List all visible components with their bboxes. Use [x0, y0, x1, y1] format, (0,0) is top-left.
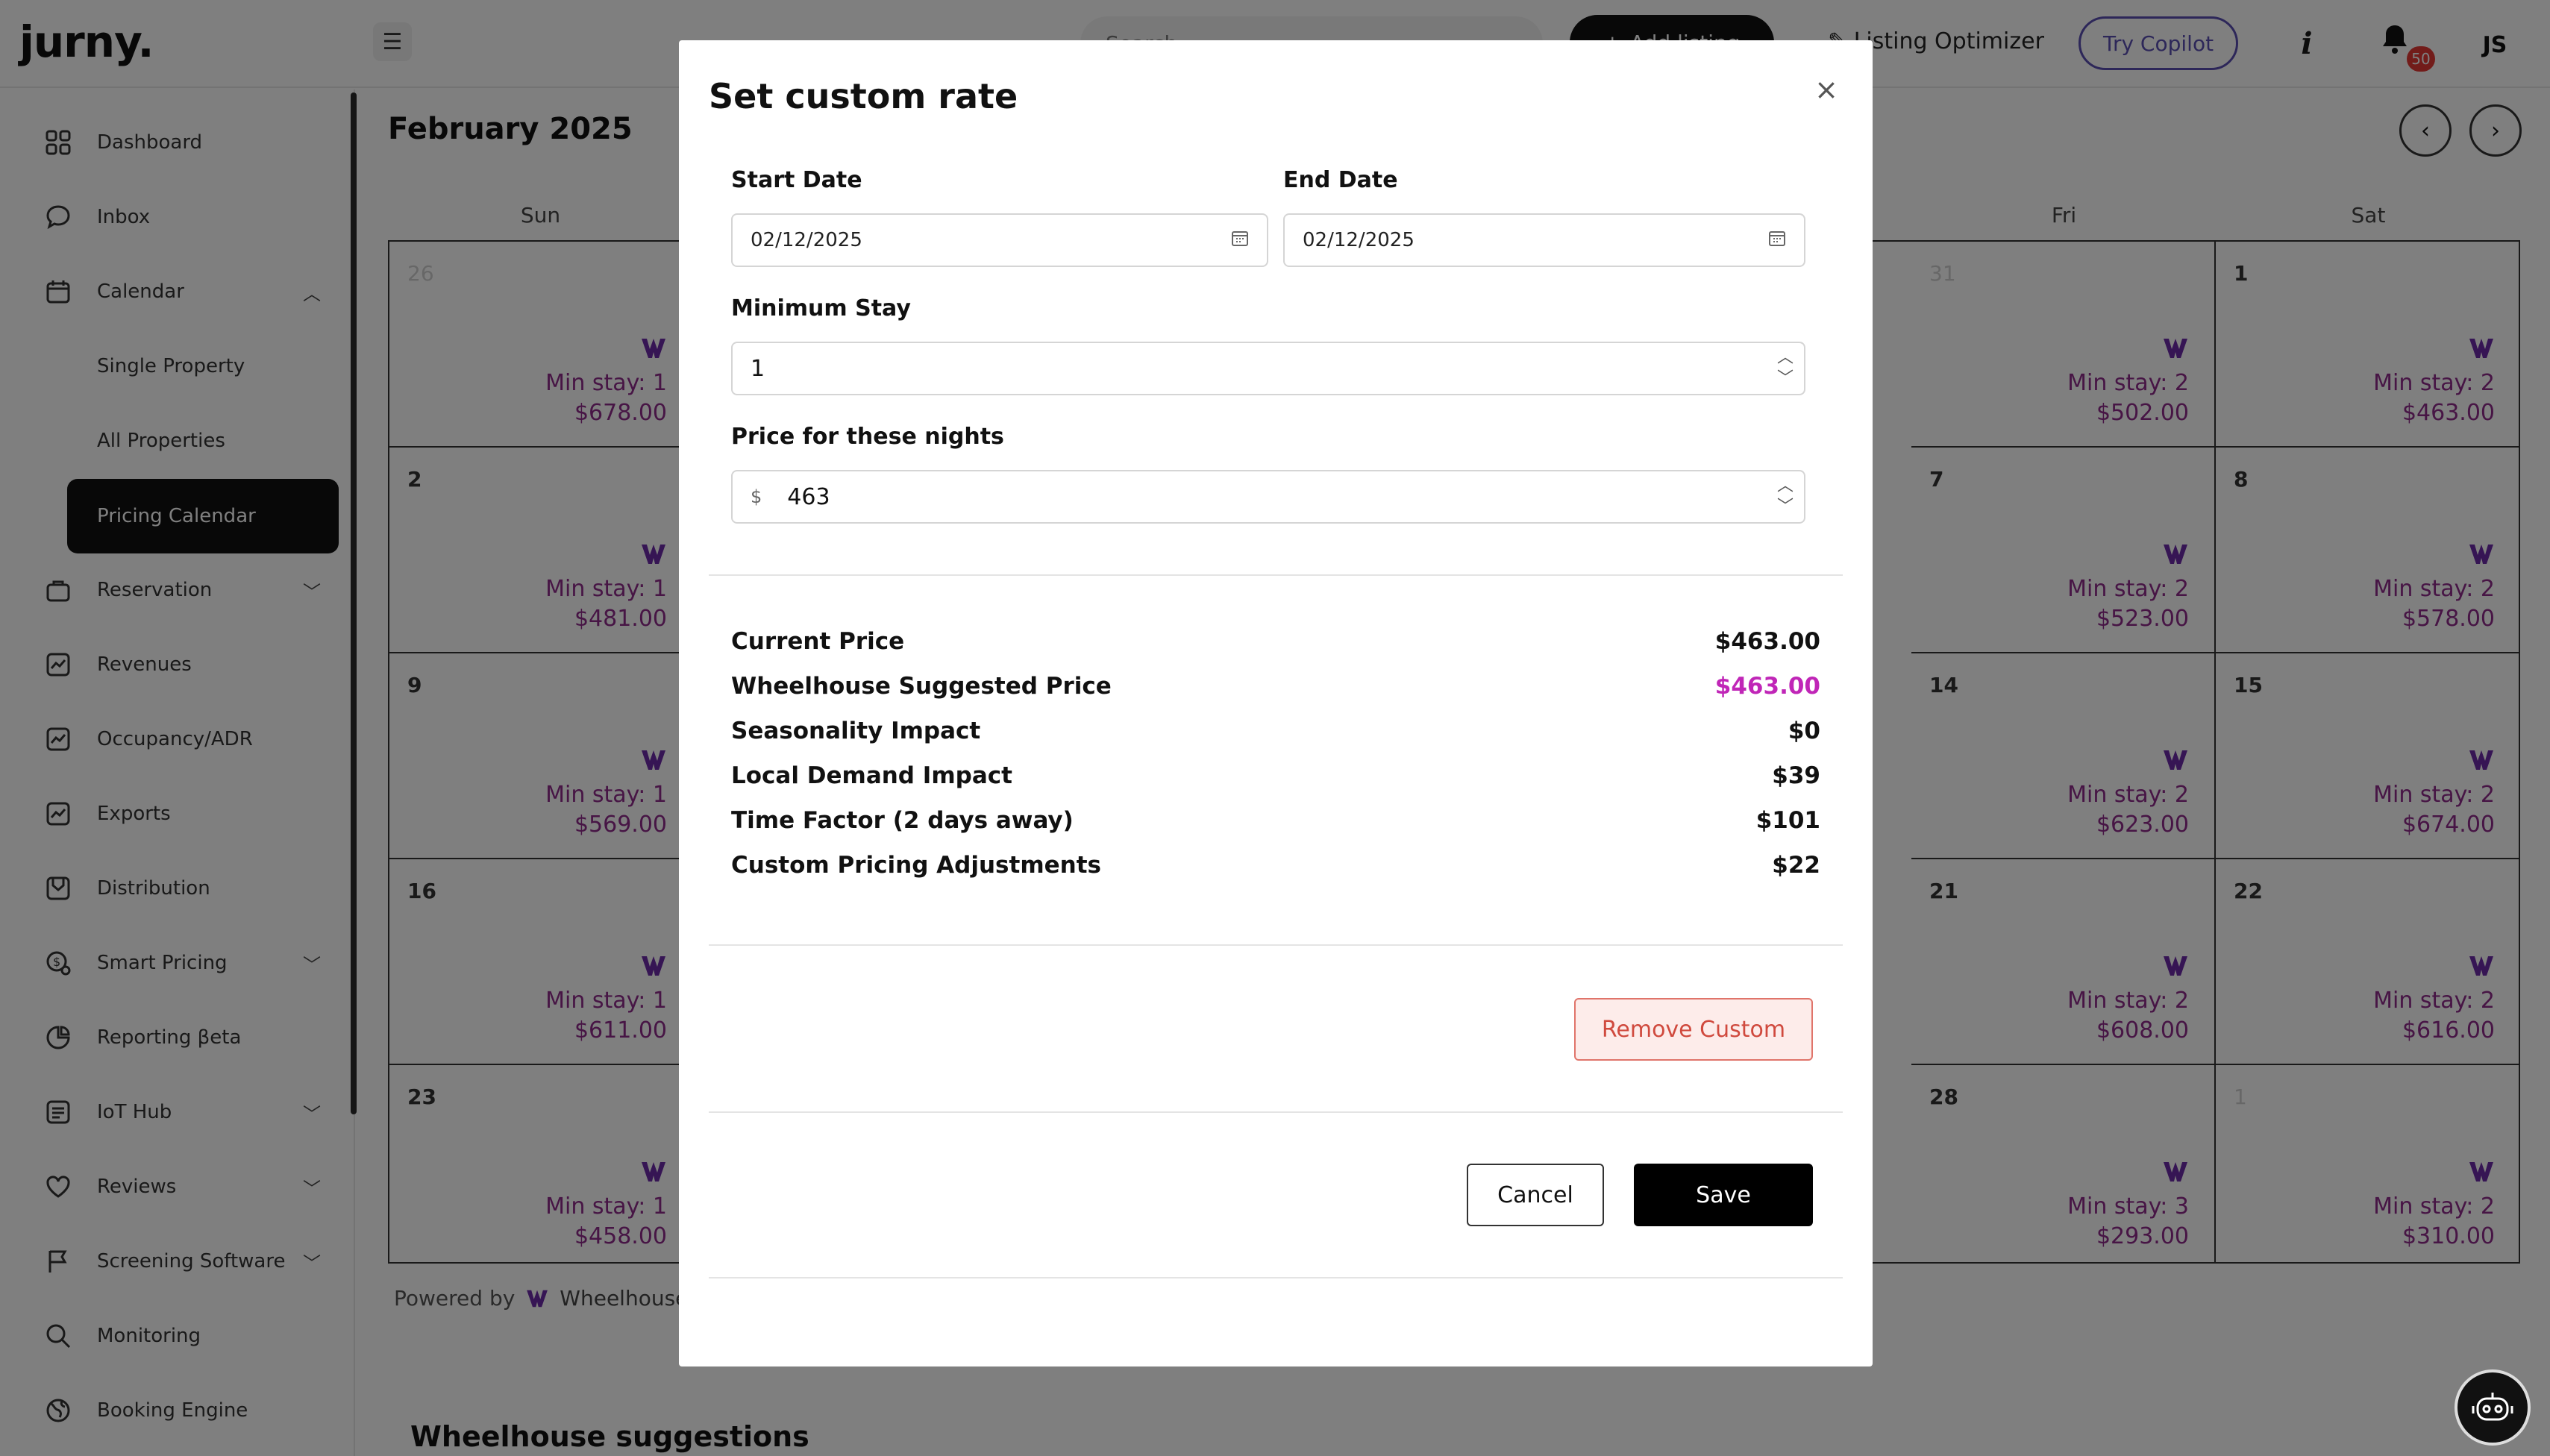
- price-label: Price for these nights: [731, 424, 1004, 450]
- price-stepper[interactable]: ︿ ﹀: [1777, 476, 1794, 518]
- breakdown-label: Time Factor (2 days away): [731, 807, 1074, 834]
- chevron-down-icon[interactable]: ﹀: [1777, 368, 1794, 389]
- breakdown-label: Local Demand Impact: [731, 762, 1012, 789]
- chevron-down-icon[interactable]: ﹀: [1777, 497, 1794, 518]
- robot-icon: [2472, 1393, 2513, 1421]
- breakdown-label: Custom Pricing Adjustments: [731, 852, 1101, 879]
- breakdown-value: $0: [1788, 718, 1820, 744]
- minimum-stay-stepper[interactable]: ︿ ﹀: [1777, 348, 1794, 389]
- start-date-label: Start Date: [731, 167, 862, 193]
- close-icon[interactable]: ×: [1810, 73, 1843, 106]
- divider: [709, 1111, 1843, 1113]
- calendar-icon[interactable]: [1768, 229, 1786, 252]
- breakdown-label: Wheelhouse Suggested Price: [731, 673, 1112, 700]
- end-date-input[interactable]: 02/12/2025: [1283, 213, 1805, 267]
- currency-prefix: $: [751, 486, 762, 507]
- breakdown-label: Current Price: [731, 628, 905, 655]
- minimum-stay-input[interactable]: 1 ︿ ﹀: [731, 342, 1805, 395]
- breakdown-value: $22: [1772, 852, 1820, 879]
- price-input[interactable]: $ 463 ︿ ﹀: [731, 470, 1805, 524]
- chevron-up-icon[interactable]: ︿: [1777, 476, 1794, 497]
- breakdown-value: $463.00: [1714, 673, 1820, 700]
- divider: [709, 574, 1843, 576]
- cancel-button[interactable]: Cancel: [1467, 1164, 1604, 1226]
- chevron-up-icon[interactable]: ︿: [1777, 348, 1794, 368]
- end-date-label: End Date: [1283, 167, 1398, 193]
- breakdown-label: Seasonality Impact: [731, 718, 981, 744]
- app-root: jurny. ☰ Search ⌕ + Add listing ✎ Listin…: [0, 0, 2550, 1456]
- calendar-icon[interactable]: [1231, 229, 1249, 252]
- end-date-value: 02/12/2025: [1303, 229, 1415, 251]
- divider: [709, 1277, 1843, 1278]
- minimum-stay-value: 1: [751, 355, 765, 382]
- minimum-stay-label: Minimum Stay: [731, 295, 911, 321]
- save-button[interactable]: Save: [1634, 1164, 1813, 1226]
- divider: [709, 944, 1843, 946]
- breakdown-value: $101: [1755, 807, 1820, 834]
- breakdown-value: $39: [1772, 762, 1820, 789]
- assistant-bot-button[interactable]: [2455, 1369, 2531, 1446]
- breakdown-value: $463.00: [1714, 628, 1820, 655]
- modal-title: Set custom rate: [709, 76, 1018, 116]
- start-date-value: 02/12/2025: [751, 229, 862, 251]
- set-custom-rate-modal: Set custom rate × Start Date 02/12/2025 …: [679, 40, 1873, 1366]
- remove-custom-button[interactable]: Remove Custom: [1574, 998, 1813, 1061]
- price-value: 463: [787, 483, 830, 510]
- start-date-input[interactable]: 02/12/2025: [731, 213, 1268, 267]
